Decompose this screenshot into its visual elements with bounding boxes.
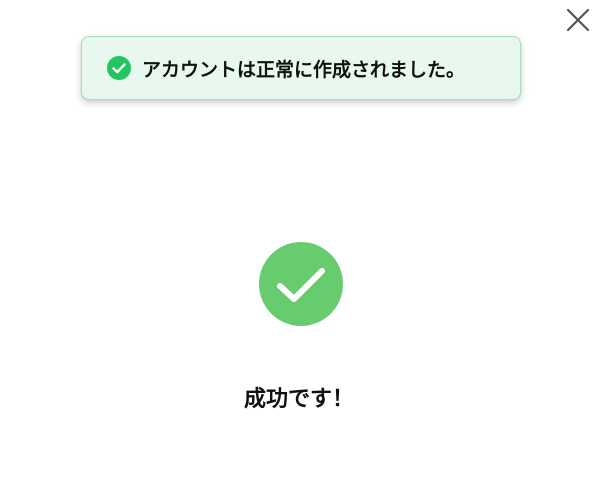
- close-button[interactable]: [565, 7, 591, 33]
- success-check-icon: [259, 242, 343, 326]
- success-page: アカウントは正常に作成されました。 成功です！: [0, 0, 602, 490]
- success-toast: アカウントは正常に作成されました。: [81, 36, 521, 100]
- check-circle-icon: [107, 56, 131, 80]
- close-icon[interactable]: [565, 7, 591, 33]
- toast-message: アカウントは正常に作成されました。: [142, 58, 466, 81]
- success-title: 成功です！: [243, 387, 354, 412]
